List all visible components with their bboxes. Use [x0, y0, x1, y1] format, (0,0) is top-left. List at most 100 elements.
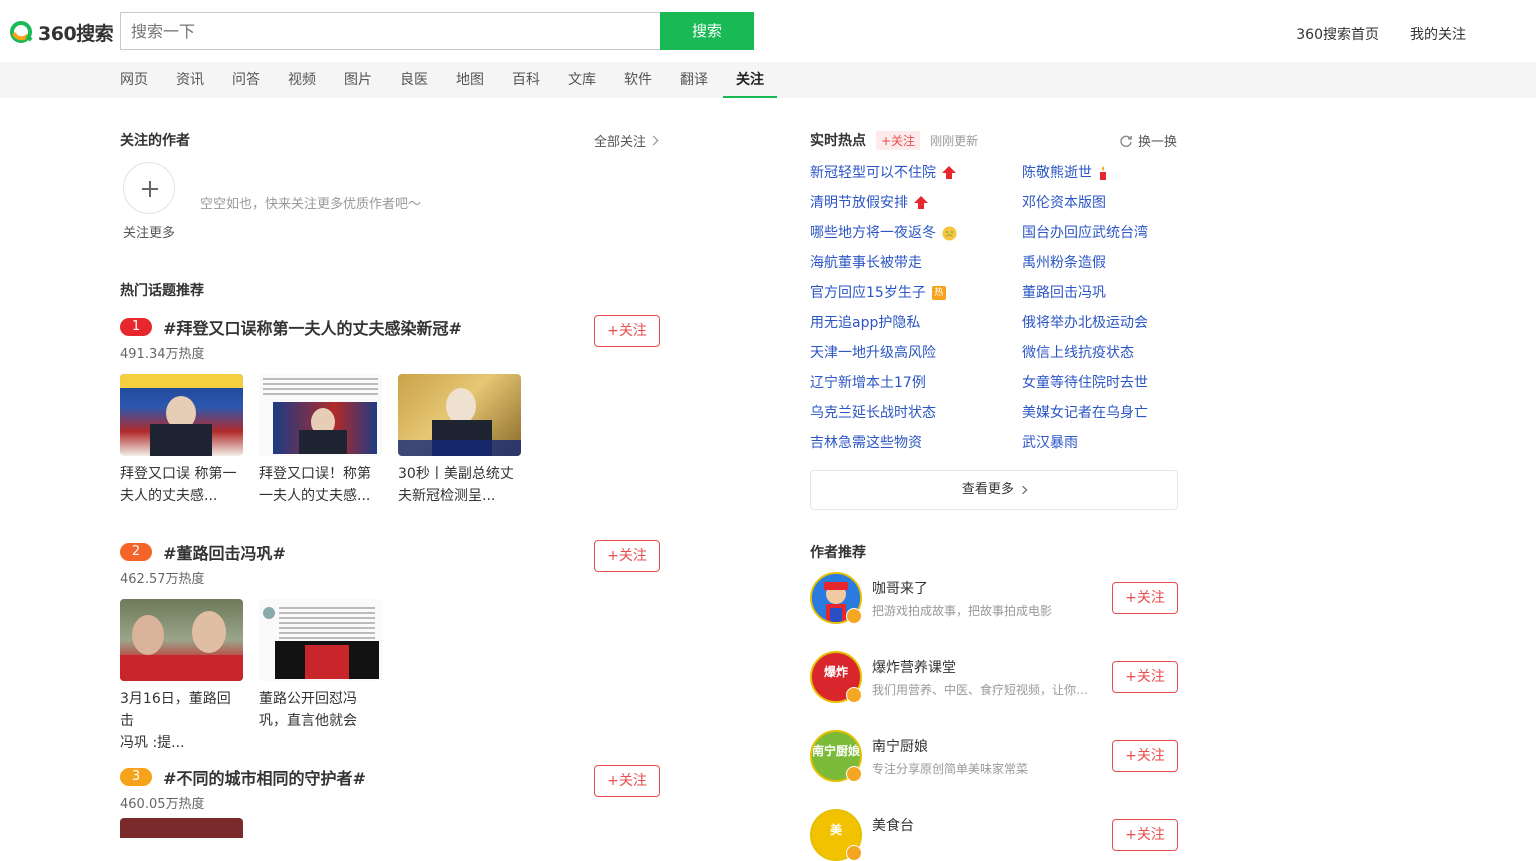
hot-item-text: 用无追app护隐私 — [810, 315, 921, 331]
logo[interactable]: 360搜索 — [10, 19, 114, 45]
nav-tab[interactable]: 资讯 — [176, 62, 204, 98]
topic-follow-button[interactable]: +关注 — [594, 315, 660, 347]
topic-follow-button[interactable]: +关注 — [594, 540, 660, 572]
nav-tab[interactable]: 良医 — [400, 62, 428, 98]
all-follow-link[interactable]: 全部关注 — [594, 131, 659, 150]
home-link[interactable]: 360搜索首页 — [1296, 24, 1379, 44]
thumb-caption: 3月16日，董路回击 — [120, 691, 231, 729]
realtime-hot-title: 实时热点 — [810, 133, 866, 149]
topic-follow-button[interactable]: +关注 — [594, 765, 660, 797]
hot-item-text: 新冠轻型可以不住院 — [810, 165, 936, 181]
hot-badge: 热 — [931, 286, 946, 300]
realtime-hot-follow-button[interactable]: +关注 — [876, 130, 921, 150]
author-name[interactable]: 美食台 — [872, 815, 914, 835]
hot-item-text: 国台办回应武统台湾 — [1022, 225, 1148, 241]
hot-item-text: 清明节放假安排 — [810, 195, 908, 211]
nav-items: 网页 资讯 问答 视频 图片 良医 地图 百科 文库 软件 翻译 关注 — [120, 62, 805, 98]
nav-tab[interactable]: 文库 — [568, 62, 596, 98]
view-more-label: 查看更多 — [961, 482, 1014, 497]
thumb-caption: 夫新冠检测呈... — [398, 488, 496, 504]
hot-item-text: 美媒女记者在乌身亡 — [1022, 405, 1148, 421]
hot-item[interactable]: 美媒女记者在乌身亡 — [1022, 398, 1178, 428]
hot-item[interactable]: 用无追app护隐私 — [810, 308, 1022, 338]
topic-title[interactable]: #不同的城市相同的守护者# — [163, 769, 366, 788]
hot-item[interactable]: 乌克兰延长战时状态 — [810, 398, 1022, 428]
topic-1: 1 #拜登又口误称第一夫人的丈夫感染新冠# 491.34万热度 拜登又口误 称第… — [120, 315, 660, 507]
topic-title[interactable]: #董路回击冯巩# — [163, 544, 286, 563]
author-name[interactable]: 南宁厨娘 — [872, 736, 928, 756]
my-follow-link[interactable]: 我的关注 — [1410, 24, 1466, 44]
thumb-image — [259, 374, 382, 456]
hot-item[interactable]: 女童等待住院时去世 — [1022, 368, 1178, 398]
search-input[interactable] — [120, 12, 660, 50]
thumb-image — [259, 599, 382, 681]
avatar-text: 爆炸 — [823, 665, 848, 679]
nav-tab[interactable]: 问答 — [232, 62, 260, 98]
author-follow-button[interactable]: +关注 — [1112, 740, 1178, 772]
topic-heat: 462.57万热度 — [120, 572, 205, 587]
nav-tab[interactable]: 图片 — [344, 62, 372, 98]
author-card[interactable]: 美美食台 +关注 — [810, 809, 1178, 861]
hot-item[interactable]: 禹州粉条造假 — [1022, 248, 1178, 278]
refresh-icon — [1120, 135, 1132, 147]
verified-icon — [846, 687, 862, 703]
nav-tab[interactable]: 翻译 — [680, 62, 708, 98]
nav-tab[interactable]: 百科 — [512, 62, 540, 98]
add-follow-button[interactable] — [123, 162, 175, 214]
verified-icon — [846, 608, 862, 624]
refresh-button[interactable]: 换一换 — [1119, 131, 1177, 150]
author-card[interactable]: 南宁厨娘 南宁厨娘 专注分享原创简单美味家常菜 +关注 — [810, 730, 1178, 782]
hot-item[interactable]: 哪些地方将一夜返冬 — [810, 218, 1022, 248]
hot-item-text: 陈敬熊逝世 — [1022, 165, 1092, 181]
author-name[interactable]: 爆炸营养课堂 — [872, 657, 956, 677]
hot-item-text: 吉林急需这些物资 — [810, 435, 922, 451]
author-follow-button[interactable]: +关注 — [1112, 661, 1178, 693]
hot-item[interactable]: 国台办回应武统台湾 — [1022, 218, 1178, 248]
chevron-right-icon — [1018, 485, 1028, 495]
hot-item[interactable]: 新冠轻型可以不住院 — [810, 158, 1022, 188]
hot-item[interactable]: 董路回击冯巩 — [1022, 278, 1178, 308]
hot-item-text: 天津一地升级高风险 — [810, 345, 936, 361]
hot-item[interactable]: 吉林急需这些物资 — [810, 428, 1022, 458]
hot-item[interactable]: 俄将举办北极运动会 — [1022, 308, 1178, 338]
author-follow-button[interactable]: +关注 — [1112, 582, 1178, 614]
hot-item[interactable]: 武汉暴雨 — [1022, 428, 1178, 458]
hot-item-text: 哪些地方将一夜返冬 — [810, 225, 936, 241]
hot-item[interactable]: 辽宁新增本土17例 — [810, 368, 1022, 398]
author-card[interactable]: 爆炸 爆炸营养课堂 我们用营养、中医、食疗短视频，让你… +关注 — [810, 651, 1178, 703]
hot-item[interactable]: 官方回应15岁生子热 — [810, 278, 1022, 308]
author-name[interactable]: 咖哥来了 — [872, 578, 928, 598]
thumb-card[interactable]: 30秒丨美副总统丈 夫新冠检测呈... — [398, 374, 521, 507]
author-card[interactable]: 咖哥来了 把游戏拍成故事，把故事拍成电影 +关注 — [810, 572, 1178, 624]
hot-item[interactable]: 邓伦资本版图 — [1022, 188, 1178, 218]
thumb-caption: 巩，直言他就会 — [259, 713, 357, 729]
hot-item[interactable]: 陈敬熊逝世 — [1022, 158, 1178, 188]
topic-heat: 460.05万热度 — [120, 797, 205, 812]
rank-badge: 2 — [120, 543, 152, 561]
topic-2: 2 #董路回击冯巩# 462.57万热度 3月16日，董路回击 冯巩 :提... … — [120, 540, 660, 754]
thumb-card[interactable]: 拜登又口误！称第 一夫人的丈夫感... — [259, 374, 382, 507]
hot-item[interactable]: 海航董事长被带走 — [810, 248, 1022, 278]
topic-title[interactable]: #拜登又口误称第一夫人的丈夫感染新冠# — [163, 319, 462, 338]
hot-item-text: 乌克兰延长战时状态 — [810, 405, 936, 421]
hot-item-text: 邓伦资本版图 — [1022, 195, 1106, 211]
nav-tab[interactable]: 关注 — [723, 62, 777, 98]
hot-item[interactable]: 清明节放假安排 — [810, 188, 1022, 218]
search-button[interactable]: 搜索 — [660, 12, 754, 50]
thumb-image — [398, 374, 521, 456]
realtime-hot-header: 实时热点 +关注 刚刚更新 — [810, 130, 978, 150]
view-more-button[interactable]: 查看更多 — [810, 470, 1178, 510]
thumb-caption: 拜登又口误 称第一 — [120, 466, 237, 482]
thumb-card[interactable]: 董路公开回怼冯 巩，直言他就会 — [259, 599, 382, 754]
hot-item[interactable]: 微信上线抗疫状态 — [1022, 338, 1178, 368]
nav-tab[interactable]: 网页 — [120, 62, 148, 98]
empty-text: 空空如也，快来关注更多优质作者吧～ — [200, 197, 422, 212]
hot-item-text: 微信上线抗疫状态 — [1022, 345, 1134, 361]
thumb-card[interactable]: 拜登又口误 称第一 夫人的丈夫感... — [120, 374, 243, 507]
nav-tab[interactable]: 视频 — [288, 62, 316, 98]
thumb-card[interactable]: 3月16日，董路回击 冯巩 :提... — [120, 599, 243, 754]
hot-item[interactable]: 天津一地升级高风险 — [810, 338, 1022, 368]
nav-tab[interactable]: 地图 — [456, 62, 484, 98]
add-follow-label[interactable]: 关注更多 — [123, 222, 175, 241]
nav-tab[interactable]: 软件 — [624, 62, 652, 98]
